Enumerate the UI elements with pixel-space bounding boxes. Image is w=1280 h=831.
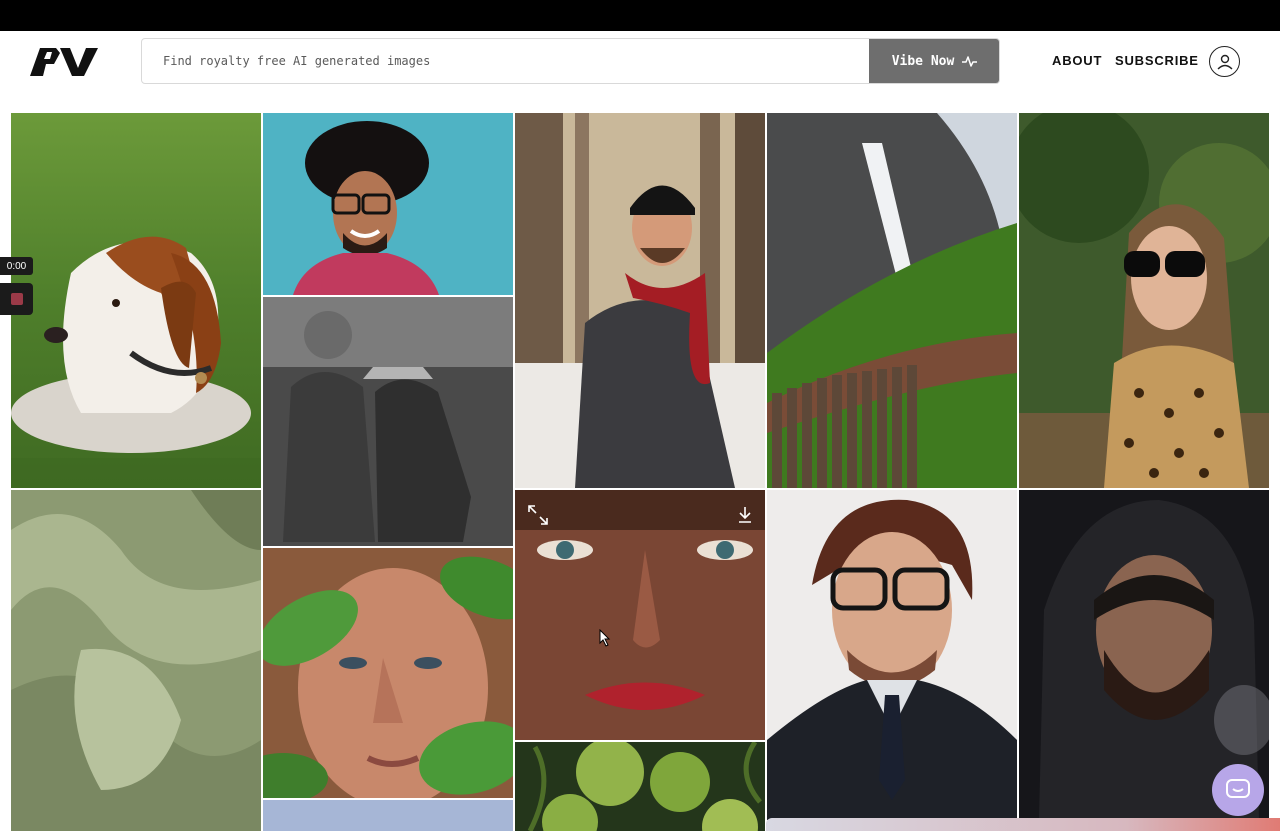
gallery-image-dog[interactable] [11, 113, 261, 488]
stop-icon [10, 293, 23, 305]
bottom-banner [766, 818, 1280, 831]
gallery-image-man-beanie[interactable] [515, 113, 765, 488]
search-input[interactable] [142, 39, 869, 83]
recording-timer: 0:00 [0, 257, 33, 275]
vibe-now-button[interactable]: Vibe Now [869, 39, 999, 83]
expand-icon[interactable] [527, 504, 549, 526]
mouse-cursor-icon [599, 629, 611, 647]
gallery-image-man-glasses[interactable] [767, 490, 1017, 820]
chat-icon [1226, 779, 1250, 798]
download-icon[interactable] [737, 506, 753, 524]
user-circle-icon [1217, 54, 1232, 70]
gallery-image-man-afro[interactable] [263, 113, 513, 295]
nav-subscribe-link[interactable]: SUBSCRIBE [1115, 53, 1199, 68]
recording-stop-button[interactable] [0, 283, 33, 315]
gallery-image-green-silk[interactable] [11, 490, 261, 831]
gallery-image-freckled-face[interactable] [515, 490, 765, 740]
gallery-image-partial[interactable] [263, 800, 513, 831]
top-black-bar [0, 0, 1280, 31]
vibe-now-label: Vibe Now [891, 53, 955, 69]
gallery-image-green-tomatoes[interactable] [515, 742, 765, 831]
site-header: Vibe Now ABOUT SUBSCRIBE [0, 31, 1280, 113]
account-button[interactable] [1209, 46, 1240, 77]
gallery-image-elderly-couple[interactable] [263, 297, 513, 546]
search-bar: Vibe Now [141, 38, 1000, 84]
pv-logo[interactable] [30, 46, 102, 78]
activity-pulse-icon [962, 55, 978, 67]
gallery-image-waterfall[interactable] [767, 113, 1017, 488]
gallery-image-man-leaves[interactable] [263, 548, 513, 798]
image-gallery [0, 113, 1280, 831]
chat-widget-button[interactable] [1212, 764, 1264, 816]
nav-about-link[interactable]: ABOUT [1052, 53, 1102, 68]
gallery-image-woman-sunglasses[interactable] [1019, 113, 1269, 488]
